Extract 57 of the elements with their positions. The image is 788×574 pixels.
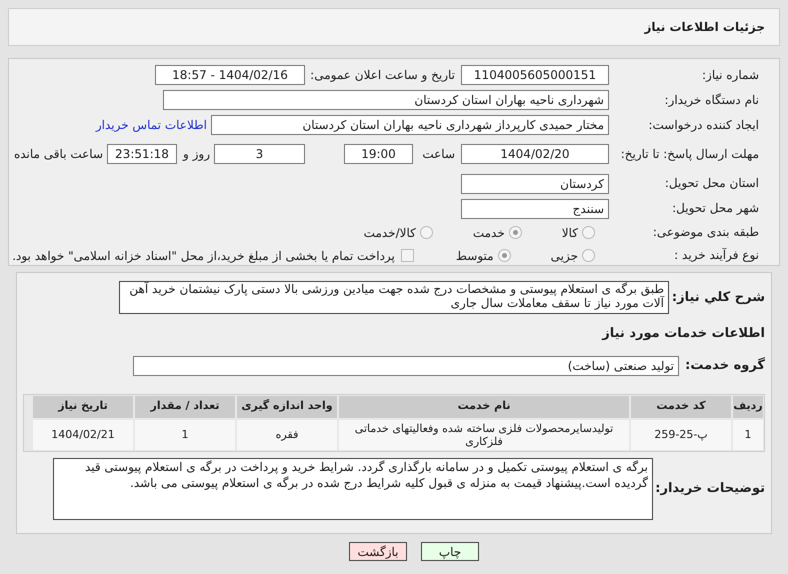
field-value: شهرداری ناحیه بهاران استان کردستان bbox=[163, 90, 609, 110]
checkbox-label: پرداخت تمام یا بخشی از مبلغ خرید،از محل "اسناد خزانه اسلامی" خواهد بود. bbox=[12, 248, 395, 265]
countdown-value: 23:51:18 bbox=[107, 144, 177, 164]
column-header: تاریخ نیاز bbox=[33, 396, 133, 418]
section-title: اطلاعات خدمات مورد نیاز bbox=[600, 325, 765, 343]
column-header: کد خدمت bbox=[631, 396, 731, 418]
radio-button[interactable] bbox=[582, 249, 595, 262]
field-value: 3 bbox=[214, 144, 305, 164]
field-label: ساعت bbox=[421, 146, 455, 164]
table-cell: تولیدسایرمحصولات فلزی ساخته شده وفعالیتهای خدماتی فلزکاری bbox=[339, 420, 629, 450]
radio-button[interactable] bbox=[498, 249, 511, 262]
table-cell: فقره bbox=[237, 420, 337, 450]
print-button[interactable]: چاپ bbox=[421, 542, 479, 561]
field-label: شرح کلي نياز: bbox=[670, 288, 765, 307]
radio-label: متوسط bbox=[456, 248, 494, 265]
field-value: مختار حمیدی کارپرداز شهرداری ناحیه بهاران استان کردستان bbox=[211, 115, 609, 135]
field-label: ساعت باقی مانده bbox=[14, 146, 103, 164]
field-value: 1404/02/16 - 18:57 bbox=[155, 65, 305, 85]
field-label: استان محل تحویل: bbox=[664, 176, 759, 192]
table-cell: 1 bbox=[733, 420, 763, 450]
column-header: واحد اندازه گیری bbox=[237, 396, 337, 418]
column-header: تعداد / مقدار bbox=[135, 396, 235, 418]
page-title: جزئیات اطلاعات نیاز bbox=[644, 19, 765, 36]
column-header: نام خدمت bbox=[339, 396, 629, 418]
field-label: روز و bbox=[183, 146, 210, 164]
checkbox[interactable] bbox=[400, 249, 414, 262]
field-label: شماره نیاز: bbox=[701, 68, 759, 82]
field-value: سنندج bbox=[461, 198, 609, 219]
field-label: مهلت ارسال پاسخ: تا تاریخ: bbox=[620, 146, 759, 162]
column-header: ردیف bbox=[733, 396, 763, 418]
contact-link[interactable]: اطلاعات تماس خریدار bbox=[96, 116, 207, 134]
field-label: گروه خدمت: bbox=[684, 356, 765, 375]
field-label: شهر محل تحویل: bbox=[671, 201, 759, 216]
radio-label: کالا/خدمت bbox=[364, 224, 416, 242]
field-value: 19:00 bbox=[344, 144, 413, 164]
field-label: ایجاد کننده درخواست: bbox=[647, 118, 759, 132]
field-value: تولید صنعتی (ساخت) bbox=[133, 356, 679, 376]
radio-button[interactable] bbox=[582, 226, 595, 240]
field-label: تاریخ و ساعت اعلان عمومی: bbox=[309, 67, 455, 84]
radio-label: جزیی bbox=[550, 248, 578, 265]
table-cell: 1404/02/21 bbox=[33, 420, 133, 450]
field-label: توضیحات خریدار: bbox=[654, 480, 765, 498]
field-label: طبقه بندی موضوعی: bbox=[652, 225, 759, 240]
description-textarea[interactable]: طبق برگه ی استعلام پیوستی و مشخصات درج شده جهت میادین ورزشی بالا دستی پارک نیشتمان خرید آهن آلات مورد نیاز تا سقف معاملات سال جاری bbox=[119, 281, 669, 314]
radio-button[interactable] bbox=[508, 226, 522, 240]
back-button[interactable]: بازگشت bbox=[349, 542, 407, 561]
field-value: 1104005605000151 bbox=[461, 65, 609, 85]
radio-button[interactable] bbox=[420, 226, 433, 240]
radio-label: خدمت bbox=[472, 224, 505, 242]
field-label: نوع فرآیند خرید : bbox=[673, 248, 759, 264]
notes-textarea[interactable]: برگه ی استعلام پیوستی تکمیل و در سامانه بارگذاری گردد. شرایط خرید و پرداخت در برگه ی استعلام پیوستی قید گردیده است.پیشنهاد قیمت به منزله ی قبول کلیه شرایط درج شده در برگه ی استعلام پیوستی می باشد. bbox=[53, 458, 653, 520]
radio-label: کالا bbox=[562, 224, 578, 242]
field-value: 1404/02/20 bbox=[461, 144, 609, 164]
field-value: کردستان bbox=[461, 174, 609, 194]
table-cell: پ-25-259 bbox=[631, 420, 731, 450]
field-label: نام دستگاه خریدار: bbox=[664, 92, 759, 108]
table-cell: 1 bbox=[135, 420, 235, 450]
